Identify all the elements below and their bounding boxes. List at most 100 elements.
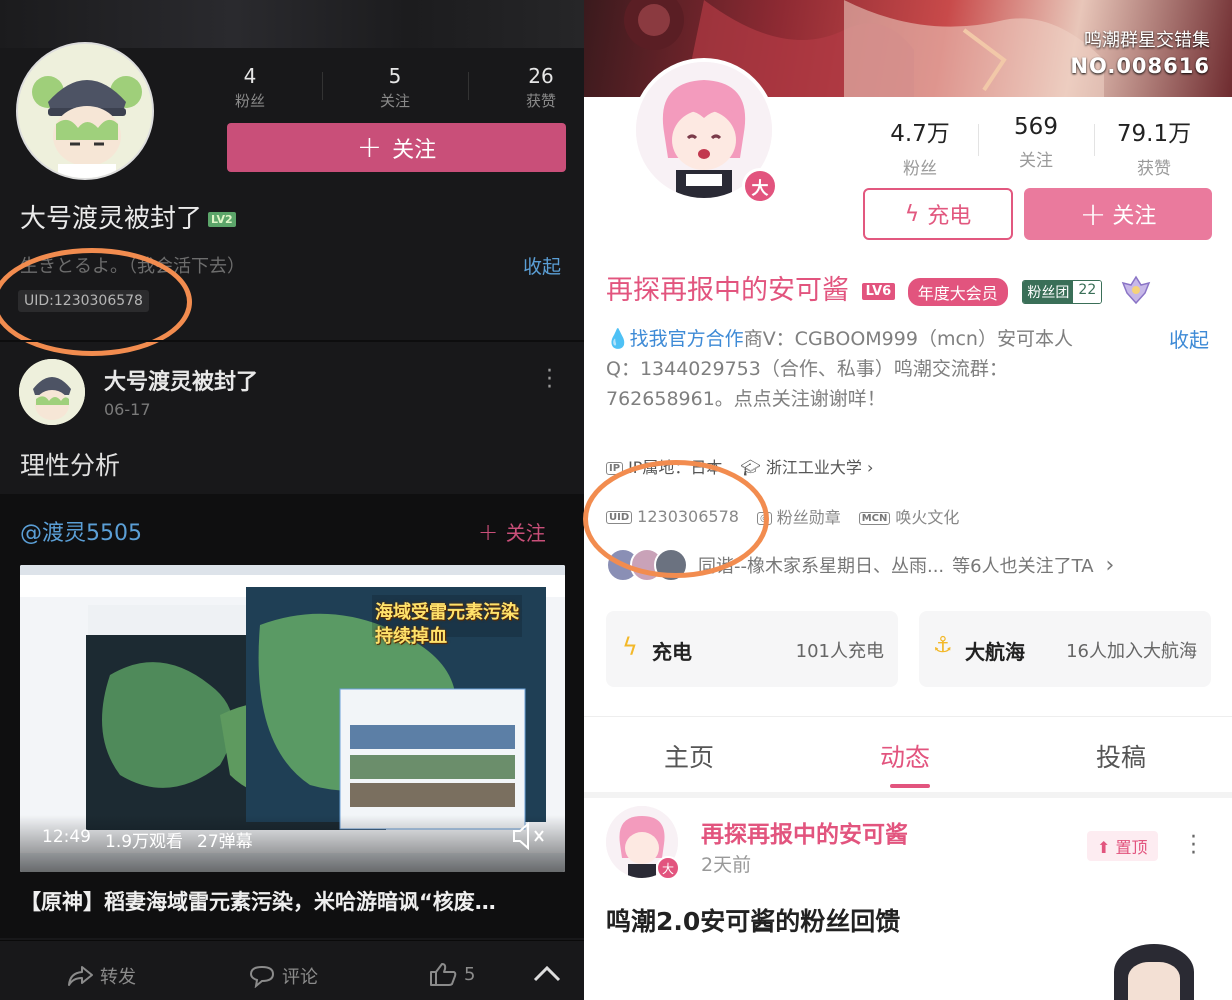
video-thumbnail[interactable]: 海域受雷元素污染 持续掉血 12:49 1.9万观看 27弹幕 [20,565,565,872]
school[interactable]: 🎓︎ 浙江工业大学 › [740,454,873,478]
charge-card-title: 充电 [652,640,692,664]
share-button[interactable]: 转发 [66,963,136,989]
video-title[interactable]: 【原神】稻妻海域雷元素污染，米哈游暗讽“核废… [20,886,565,916]
level-badge: LV2 [208,212,236,227]
post-avatar-badge: 大 [656,856,680,880]
anchor-icon: ⚓︎ [933,633,953,658]
following-label: 关注 [379,92,410,110]
video-meta: 12:49 1.9万观看 27弹幕 [42,827,253,852]
avatar[interactable] [16,42,154,180]
mcn[interactable]: MCN 唤火文化 [858,504,960,528]
arrow-up-icon: ⬆︎ [1097,838,1116,857]
more-options-icon[interactable]: · · · [546,361,553,399]
follow-label: 关注 [1112,204,1157,229]
charge-card-count: 101人充电 [795,641,884,662]
post-avatar[interactable] [19,359,85,425]
video-overlay-text: 海域受雷元素污染 持续掉血 [375,602,519,647]
video-views: 1.9万观看 [105,832,184,852]
username: 大号渡灵被封了 LV2 [20,198,236,235]
avatar-illustration [18,44,152,178]
tab-dynamics[interactable]: 动态 [880,738,930,774]
pinned-label: 置顶 [1115,838,1148,857]
fans-label: 粉丝 [234,92,265,110]
stat-divider [1094,124,1095,156]
fans-count: 4.7万 [890,121,950,147]
mute-icon[interactable] [510,821,550,855]
likes-stat[interactable]: 79.1万 获赞 [1106,114,1202,179]
comment-button[interactable]: 评论 [248,963,318,989]
follow-button[interactable]: + 关注 [1024,188,1212,240]
fan-medal[interactable]: ◎ 粉丝勋章 [756,504,841,528]
post-author[interactable]: 再探再报中的安可酱 [701,815,908,849]
repost-follow-label: 关注 [505,521,546,545]
divider [584,792,1232,798]
plus-icon: + [356,129,383,165]
divider [584,716,1232,717]
likes-count: 79.1万 [1116,121,1192,147]
tab-home[interactable]: 主页 [664,738,714,774]
username: 再探再报中的安可酱 LV6 年度大会员 粉丝团 22 [606,268,1153,311]
left-profile-panel: 4 粉丝 5 关注 26 获赞 + 关注 大号渡灵被封了 LV2 生きとるよ。（我… [0,0,584,1000]
post-date: 2天前 [701,854,752,876]
stat-divider [468,72,469,100]
fans-stat[interactable]: 4.7万 粉丝 [880,114,960,179]
repost-follow-button[interactable]: + 关注 [478,517,546,546]
username-text: 大号渡灵被封了 [20,204,203,234]
fans-count: 4 [243,64,257,88]
school-text: 浙江工业大学 [765,458,862,477]
mutual-suffix: 等6人也关注了TA [952,556,1094,577]
divider [0,340,584,342]
like-button[interactable]: 5 [428,961,475,987]
top-backdrop [0,0,584,48]
plus-icon: + [1079,195,1107,233]
graduation-cap-icon: 🎓︎ [740,458,766,477]
likes-label: 获赞 [1137,159,1171,179]
crest-icon[interactable] [1119,273,1153,311]
likes-label: 获赞 [525,92,556,110]
charge-button[interactable]: ϟ 充电 [863,188,1013,240]
follow-button[interactable]: + 关注 [227,123,566,172]
repost-author-link[interactable]: @渡灵5505 [20,515,142,547]
fleet-card-count: 16人加入大航海 [1066,641,1197,662]
stat-divider [978,124,979,156]
comment-icon [249,965,275,988]
collapse-link[interactable]: 收起 [523,252,561,279]
vip-badge[interactable]: 年度大会员 [907,277,1008,306]
following-label: 关注 [1019,151,1053,171]
post-date: 06-17 [104,400,151,419]
share-icon [68,966,93,986]
banner-number: NO.008616 [1070,54,1210,78]
fan-medal-text: 粉丝勋章 [776,508,841,527]
following-count: 5 [388,64,402,88]
mcn-text: 唤火文化 [895,508,960,527]
tab-indicator [890,784,930,788]
post-author[interactable]: 大号渡灵被封了 [104,364,258,396]
video-danmaku: 27弹幕 [197,832,253,852]
post-title[interactable]: 鸣潮2.0安可酱的粉丝回馈 [606,902,900,938]
chevron-up-icon[interactable] [532,963,562,987]
more-options-icon[interactable]: · · · [1190,827,1197,865]
cooperation-link[interactable]: 找我官方合作 [630,328,744,350]
lightning-icon: ϟ [622,633,638,661]
following-stat[interactable]: 569 关注 [996,114,1076,171]
like-count: 5 [464,963,476,985]
post-image-preview[interactable] [1114,944,1194,1000]
thumbs-up-icon [430,963,457,986]
post-avatar-illustration [19,359,85,425]
collapse-link[interactable]: 收起 [1169,324,1209,353]
fleet-card[interactable]: ⚓︎ 大航海 16人加入大航海 [919,611,1211,687]
chevron-right-icon: › [861,458,874,477]
charge-card[interactable]: ϟ 充电 101人充电 [606,611,898,687]
following-stat[interactable]: 5 关注 [373,64,417,111]
video-duration: 12:49 [42,827,91,847]
action-bar: 转发 评论 5 [0,940,584,1000]
charge-label: 充电 [927,204,972,229]
tab-uploads[interactable]: 投稿 [1096,738,1146,774]
fans-stat[interactable]: 4 粉丝 [228,64,272,111]
avatar-badge: 大 [742,168,778,204]
plus-icon: + [478,518,506,546]
fan-group-badge[interactable]: 粉丝团 22 [1022,279,1103,304]
likes-stat[interactable]: 26 获赞 [518,64,564,111]
lightning-icon: ϟ [904,201,920,227]
bio: 💧找我官方合作商V：CGBOOM999（mcn）安可本人Q：1344029753… [606,324,1096,414]
